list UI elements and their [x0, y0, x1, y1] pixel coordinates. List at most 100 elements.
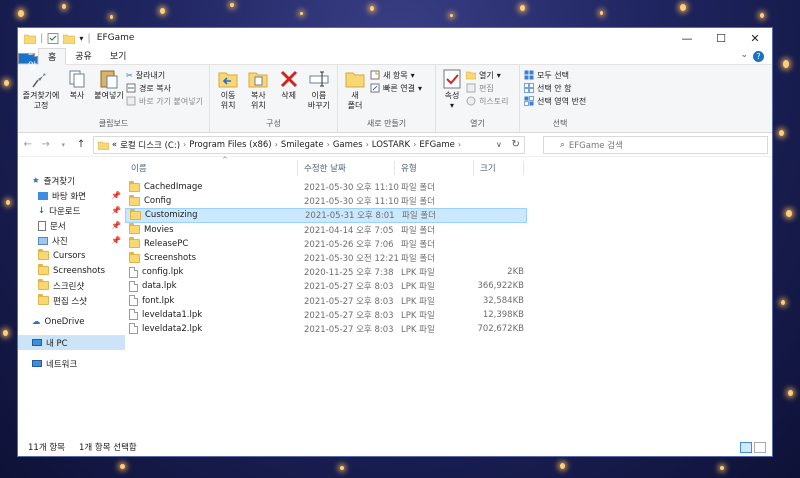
breadcrumb-overflow[interactable]: « [112, 140, 117, 150]
nav-this-pc[interactable]: 내 PC [18, 335, 125, 350]
back-arrow-icon[interactable]: ← [22, 139, 34, 150]
new-item-button[interactable]: 새 항목 ▾ [370, 69, 422, 81]
collapse-ribbon-icon[interactable]: ⌄ [740, 50, 748, 60]
address-history-dropdown-icon[interactable]: ∨ [496, 140, 502, 149]
breadcrumb-item[interactable]: Smilegate [281, 140, 324, 150]
search-icon: ⌕ [559, 139, 565, 150]
breadcrumb-chevron-icon[interactable]: › [366, 140, 369, 149]
easy-access-button[interactable]: 빠른 연결 ▾ [370, 82, 422, 94]
properties-icon[interactable] [47, 32, 59, 44]
minimize-button[interactable]: — [670, 28, 704, 48]
tab-share[interactable]: 공유 [66, 47, 101, 64]
nav-label: Screenshots [53, 265, 106, 276]
document-icon [38, 220, 46, 231]
nav-quick-access[interactable]: ★ 즐겨찾기 [18, 173, 125, 188]
details-view-icon[interactable] [740, 441, 752, 453]
refresh-icon[interactable]: ↻ [511, 139, 519, 150]
copy-path-label: 경로 복사 [139, 83, 171, 93]
file-date: 2021-05-26 오후 7:06 [304, 239, 394, 250]
breadcrumb-item[interactable]: Program Files (x86) [189, 140, 271, 150]
breadcrumb-chevron-icon[interactable]: › [327, 140, 330, 149]
copy-to-icon [248, 72, 268, 88]
customize-toolbar-icon[interactable]: ▾ [79, 34, 83, 43]
file-type: 파일 폴더 [401, 239, 435, 250]
file-row[interactable]: font.lpk 2021-05-27 오후 8:03 LPK 파일 32,58… [125, 294, 527, 308]
open-group: 속성 ▾ 열기 ▾ 편집 히스토리 열기 [436, 65, 520, 132]
folder-icon [24, 34, 36, 44]
nav-item-edit-screenshots[interactable]: 편집 스샷 [18, 293, 125, 308]
organize-group: 이동 위치 복사 위치 삭제 이름 바꾸기 구성 [210, 65, 338, 132]
file-date: 2021-05-27 오후 8:03 [304, 324, 394, 335]
nav-item-cursors[interactable]: Cursors [18, 248, 125, 263]
pin-icon[interactable]: 📌 [111, 206, 121, 215]
view-toggle [740, 441, 766, 453]
breadcrumb-item[interactable]: EFGame [419, 140, 455, 150]
file-row-selected[interactable]: Customizing 2021-05-31 오후 8:01 파일 폴더 [125, 208, 527, 223]
desktop-icon [38, 191, 48, 200]
copy-path-button[interactable]: 경로 복사 [126, 82, 203, 94]
copy-path-icon [126, 83, 136, 93]
new-folder-icon[interactable] [63, 33, 76, 44]
paste-shortcut-button[interactable]: 바로 가기 붙여넣기 [126, 95, 203, 107]
forward-arrow-icon[interactable]: → [40, 139, 52, 150]
tab-home[interactable]: 홈 [38, 48, 67, 65]
select-all-button[interactable]: 모두 선택 [524, 69, 586, 81]
column-header-size[interactable]: 크기 [474, 161, 524, 175]
pin-icon[interactable]: 📌 [111, 191, 121, 200]
close-button[interactable]: ✕ [738, 28, 772, 48]
up-arrow-icon[interactable]: ↑ [75, 139, 87, 150]
nav-item-screenshots-kr[interactable]: 스크린샷 [18, 278, 125, 293]
column-header-name[interactable]: 이름 [125, 161, 298, 175]
breadcrumb-item[interactable]: Games [333, 140, 363, 150]
file-row[interactable]: config.lpk 2020-11-25 오후 7:38 LPK 파일 2KB [125, 265, 527, 279]
breadcrumb-item[interactable]: 로컬 디스크 (C:) [120, 139, 180, 151]
file-icon [129, 323, 138, 335]
nav-item-pictures[interactable]: 사진 📌 [18, 233, 125, 248]
column-header-date[interactable]: 수정한 날짜 [298, 161, 395, 175]
pin-icon[interactable]: 📌 [111, 221, 121, 230]
help-icon[interactable]: ? [753, 51, 764, 62]
nav-item-desktop[interactable]: 바탕 화면 📌 [18, 188, 125, 203]
address-bar[interactable]: « 로컬 디스크 (C:) › Program Files (x86) › Sm… [92, 135, 525, 154]
search-input[interactable]: ⌕ EFGame 검색 [542, 135, 768, 154]
large-icons-view-icon[interactable] [754, 441, 766, 453]
maximize-button[interactable]: ☐ [704, 28, 738, 48]
file-row[interactable]: Movies 2021-04-14 오후 7:05 파일 폴더 [125, 223, 527, 237]
breadcrumb-chevron-icon[interactable]: › [183, 140, 186, 149]
cut-button[interactable]: ✂ 잘라내기 [126, 69, 203, 81]
file-row[interactable]: leveldata2.lpk 2021-05-27 오후 8:03 LPK 파일… [125, 322, 527, 336]
breadcrumb-item[interactable]: LOSTARK [372, 140, 410, 150]
nav-network[interactable]: 네트워크 [18, 356, 125, 371]
open-button[interactable]: 열기 ▾ [466, 69, 508, 81]
file-date: 2021-05-31 오후 8:01 [305, 211, 395, 222]
pin-icon[interactable]: 📌 [111, 236, 121, 245]
file-name: Config [144, 196, 172, 207]
clipboard-group: 즐겨찾기에 고정 복사 붙여넣기 ✂ 잘라내기 경로 복사 바로 가기 붙여넣기… [18, 65, 210, 132]
file-row[interactable]: CachedImage 2021-05-30 오후 11:10 파일 폴더 [125, 180, 527, 194]
file-row[interactable]: data.lpk 2021-05-27 오후 8:03 LPK 파일 366,9… [125, 279, 527, 293]
nav-item-screenshots[interactable]: Screenshots [18, 263, 125, 278]
recent-locations-icon[interactable]: ▾ [57, 141, 69, 149]
history-button[interactable]: 히스토리 [466, 95, 508, 107]
file-row[interactable]: ReleasePC 2021-05-26 오후 7:06 파일 폴더 [125, 237, 527, 251]
nav-item-downloads[interactable]: ↓ 다운로드 📌 [18, 203, 125, 218]
ribbon-tabs: 파일 홈 공유 보기 ⌄ ? [18, 47, 772, 72]
tab-view[interactable]: 보기 [101, 47, 136, 64]
nav-item-documents[interactable]: 문서 📌 [18, 218, 125, 233]
edit-button[interactable]: 편집 [466, 82, 508, 94]
file-row[interactable]: Screenshots 2021-05-30 오전 12:21 파일 폴더 [125, 251, 527, 265]
nav-onedrive[interactable]: ☁ OneDrive [18, 314, 125, 329]
new-group: 새 폴더 새 항목 ▾ 빠른 연결 ▾ 새로 만들기 [338, 65, 436, 132]
file-row[interactable]: leveldata1.lpk 2021-05-27 오후 8:03 LPK 파일… [125, 308, 527, 322]
breadcrumb-chevron-icon[interactable]: › [458, 140, 461, 149]
file-row[interactable]: Config 2021-05-30 오후 11:10 파일 폴더 [125, 194, 527, 208]
breadcrumb-chevron-icon[interactable]: › [275, 140, 278, 149]
quick-access-toolbar: | ▾ | [24, 33, 91, 44]
select-none-button[interactable]: 선택 안 함 [524, 82, 586, 94]
breadcrumb-chevron-icon[interactable]: › [413, 140, 416, 149]
tab-file[interactable]: 파일 [18, 49, 38, 72]
paste-shortcut-icon [126, 96, 136, 106]
invert-selection-button[interactable]: 선택 영역 반전 [524, 95, 586, 107]
file-size: 32,584KB [482, 295, 524, 306]
column-header-type[interactable]: 유형 [395, 161, 474, 175]
